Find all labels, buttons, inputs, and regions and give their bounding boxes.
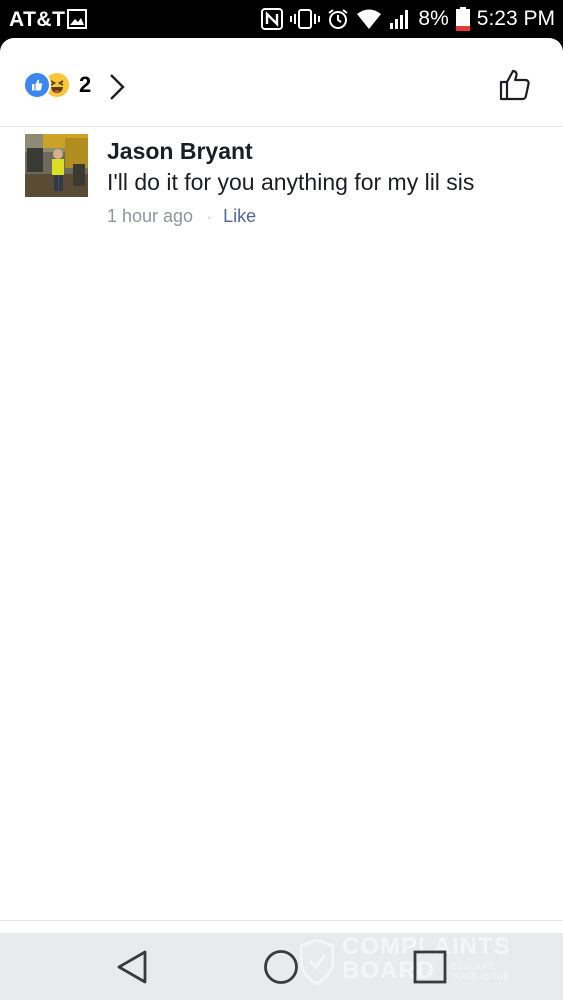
home-icon[interactable] (263, 949, 299, 985)
divider (0, 920, 563, 921)
watermark-subtext: RESOLVE YOUR ISSUE (450, 961, 511, 981)
comment-meta: 1 hour ago · Like (107, 206, 256, 227)
recents-icon[interactable] (412, 949, 448, 985)
status-bar: AT&T 8% 5:23 PM (0, 0, 563, 38)
comment-text: I'll do it for you anything for my lil s… (107, 169, 475, 195)
battery-percent: 8% (418, 7, 449, 30)
thumbs-up-icon[interactable] (497, 67, 533, 103)
clock: 5:23 PM (476, 7, 555, 30)
reactions-summary[interactable]: 2 (23, 71, 92, 99)
comment-item: Jason Bryant I'll do it for you anything… (25, 134, 545, 244)
reactions-header: 2 (0, 38, 563, 127)
comments-sheet: 2 Jason Bryant I'll do it for you anythi… (0, 38, 563, 933)
gallery-icon (67, 9, 87, 29)
comment-author[interactable]: Jason Bryant (107, 138, 253, 165)
reaction-count: 2 (79, 72, 92, 97)
carrier-label: AT&T (9, 8, 66, 31)
signal-icon (390, 10, 409, 29)
comment-timestamp: 1 hour ago (107, 206, 194, 226)
wifi-icon (357, 9, 382, 29)
like-link[interactable]: Like (223, 206, 256, 227)
watermark-sub1: RESOLVE (450, 961, 496, 971)
chevron-right-icon[interactable] (108, 73, 126, 101)
back-icon[interactable] (115, 949, 151, 985)
status-icons: 8% 5:23 PM (261, 7, 555, 31)
watermark-sub2: YOUR ISSUE (450, 971, 511, 981)
vibrate-icon (290, 9, 321, 29)
nfc-icon (261, 8, 284, 30)
like-reaction-icon (23, 71, 51, 99)
navigation-bar: COMPLAINTS BOARD RESOLVE YOUR ISSUE (0, 933, 563, 1000)
meta-separator: · (207, 209, 212, 224)
alarm-icon (328, 9, 349, 29)
avatar[interactable] (25, 134, 88, 197)
shield-icon (300, 939, 334, 985)
battery-icon (455, 7, 470, 31)
